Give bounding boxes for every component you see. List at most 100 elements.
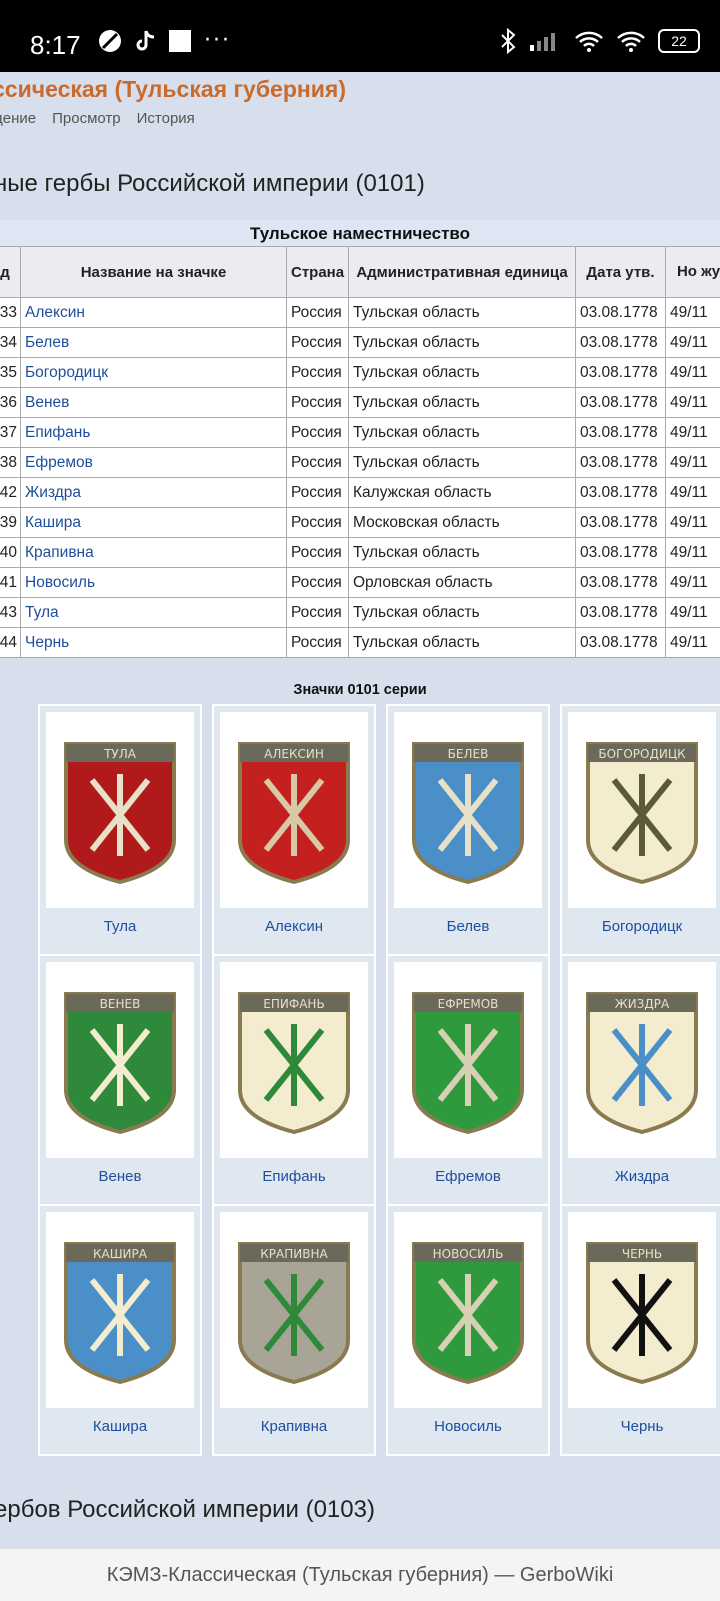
- system-icons: 22: [500, 28, 700, 54]
- badge-card[interactable]: ЕПИФАНЬ Епифань: [212, 954, 376, 1206]
- svg-text:БОГОРОДИЦК: БОГОРОДИЦК: [598, 747, 686, 761]
- coat-of-arms-badge-icon: ЕПИФАНЬ: [236, 990, 352, 1136]
- badge-image[interactable]: ЕПИФАНЬ: [220, 962, 368, 1158]
- do-not-disturb-icon: [98, 29, 122, 53]
- svg-text:ЕПИФАНЬ: ЕПИФАНЬ: [263, 997, 324, 1011]
- badge-card[interactable]: БЕЛЕВ Белев: [386, 704, 550, 956]
- coat-of-arms-badge-icon: ТУЛА: [62, 740, 178, 886]
- badge-card[interactable]: АЛЕКСИН Алексин: [212, 704, 376, 956]
- coat-of-arms-badge-icon: КРАПИВНА: [236, 1240, 352, 1386]
- cell-date: 03.08.1778: [576, 538, 666, 568]
- badge-caption-link[interactable]: Крапивна: [214, 1418, 374, 1435]
- page-title-bar-text: КЭМЗ-Классическая (Тульская губерния) — …: [107, 1564, 614, 1586]
- coat-of-arms-badge-icon: БЕЛЕВ: [410, 740, 526, 886]
- cell-name-link[interactable]: Ефремов: [21, 448, 287, 478]
- badge-image[interactable]: БОГОРОДИЦК: [568, 712, 716, 908]
- badge-card[interactable]: ВЕНЕВ Венев: [38, 954, 202, 1206]
- badge-card[interactable]: ЖИЗДРА Жиздра: [560, 954, 720, 1206]
- cell-code: 41: [0, 568, 21, 598]
- svg-text:ВЕНЕВ: ВЕНЕВ: [100, 997, 141, 1011]
- cell-date: 03.08.1778: [576, 358, 666, 388]
- wifi-icon: [616, 29, 646, 53]
- badge-image[interactable]: НОВОСИЛЬ: [394, 1212, 542, 1408]
- cell-name-link[interactable]: Алексин: [21, 298, 287, 328]
- cell-name-link[interactable]: Богородицк: [21, 358, 287, 388]
- cell-name-link[interactable]: Жиздра: [21, 478, 287, 508]
- badge-image[interactable]: ТУЛА: [46, 712, 194, 908]
- cell-region: Тульская область: [349, 358, 576, 388]
- cell-name-link[interactable]: Кашира: [21, 508, 287, 538]
- cell-date: 03.08.1778: [576, 598, 666, 628]
- badge-image[interactable]: ВЕНЕВ: [46, 962, 194, 1158]
- cell-journal: 49/11: [666, 328, 720, 358]
- badge-image[interactable]: ЧЕРНЬ: [568, 1212, 716, 1408]
- cell-name-link[interactable]: Епифань: [21, 418, 287, 448]
- badge-image[interactable]: ЕФРЕМОВ: [394, 962, 542, 1158]
- badge-image[interactable]: КРАПИВНА: [220, 1212, 368, 1408]
- coat-of-arms-badge-icon: БОГОРОДИЦК: [584, 740, 700, 886]
- badge-image[interactable]: АЛЕКСИН: [220, 712, 368, 908]
- cell-date: 03.08.1778: [576, 568, 666, 598]
- cell-name-link[interactable]: Крапивна: [21, 538, 287, 568]
- badge-caption-link[interactable]: Венев: [40, 1168, 200, 1185]
- tiktok-icon: [134, 29, 156, 53]
- cell-region: Тульская область: [349, 388, 576, 418]
- tab-view[interactable]: Просмотр: [52, 110, 121, 127]
- badge-card[interactable]: НОВОСИЛЬ Новосиль: [386, 1204, 550, 1456]
- cell-name-link[interactable]: Чернь: [21, 628, 287, 658]
- cell-journal: 49/11: [666, 388, 720, 418]
- svg-text:ТУЛА: ТУЛА: [103, 747, 137, 761]
- badge-card[interactable]: КРАПИВНА Крапивна: [212, 1204, 376, 1456]
- tab-discussion[interactable]: дение: [0, 110, 36, 127]
- battery-icon: 22: [658, 29, 700, 53]
- svg-text:КАШИРА: КАШИРА: [93, 1247, 148, 1261]
- notification-icons: ···: [98, 28, 231, 53]
- svg-text:ЧЕРНЬ: ЧЕРНЬ: [622, 1247, 662, 1261]
- badge-image[interactable]: БЕЛЕВ: [394, 712, 542, 908]
- coat-of-arms-badge-icon: ВЕНЕВ: [62, 990, 178, 1136]
- badge-caption-link[interactable]: Жиздра: [562, 1168, 720, 1185]
- table-row: 33АлексинРоссияТульская область03.08.177…: [0, 298, 720, 328]
- tab-history[interactable]: История: [137, 110, 195, 127]
- more-notifications-icon: ···: [204, 28, 231, 53]
- cell-journal: 49/11: [666, 298, 720, 328]
- cell-name-link[interactable]: Тула: [21, 598, 287, 628]
- cell-region: Московская область: [349, 508, 576, 538]
- cell-journal: 49/11: [666, 568, 720, 598]
- cell-name-link[interactable]: Новосиль: [21, 568, 287, 598]
- badge-caption-link[interactable]: Чернь: [562, 1418, 720, 1435]
- badge-card[interactable]: ТУЛА Тула: [38, 704, 202, 956]
- page-title: ссическая (Тульская губерния): [0, 76, 346, 103]
- badge-card[interactable]: БОГОРОДИЦК Богородицк: [560, 704, 720, 956]
- cell-region: Тульская область: [349, 328, 576, 358]
- badge-image[interactable]: ЖИЗДРА: [568, 962, 716, 1158]
- badge-card[interactable]: КАШИРА Кашира: [38, 1204, 202, 1456]
- cell-country: Россия: [287, 598, 349, 628]
- badge-card[interactable]: ЧЕРНЬ Чернь: [560, 1204, 720, 1456]
- badge-caption-link[interactable]: Тула: [40, 918, 200, 935]
- badge-caption-link[interactable]: Кашира: [40, 1418, 200, 1435]
- col-header-country: Страна: [287, 247, 349, 298]
- cell-code: 44: [0, 628, 21, 658]
- badge-card[interactable]: ЕФРЕМОВ Ефремов: [386, 954, 550, 1206]
- badge-caption-link[interactable]: Епифань: [214, 1168, 374, 1185]
- cell-name-link[interactable]: Белев: [21, 328, 287, 358]
- badge-caption-link[interactable]: Новосиль: [388, 1418, 548, 1435]
- table-row: 44ЧерньРоссияТульская область03.08.17784…: [0, 628, 720, 658]
- cell-region: Орловская область: [349, 568, 576, 598]
- cell-code: 42: [0, 478, 21, 508]
- cell-name-link[interactable]: Венев: [21, 388, 287, 418]
- svg-text:ЕФРЕМОВ: ЕФРЕМОВ: [438, 997, 499, 1011]
- badge-caption-link[interactable]: Богородицк: [562, 918, 720, 935]
- table-row: 34БелевРоссияТульская область03.08.17784…: [0, 328, 720, 358]
- badge-image[interactable]: КАШИРА: [46, 1212, 194, 1408]
- table-row: 38ЕфремовРоссияТульская область03.08.177…: [0, 448, 720, 478]
- status-time: 8:17: [30, 30, 81, 61]
- cell-journal: 49/11: [666, 478, 720, 508]
- next-section-heading: ербов Российской империи (0103): [0, 1496, 375, 1524]
- badge-caption-link[interactable]: Алексин: [214, 918, 374, 935]
- badge-caption-link[interactable]: Белев: [388, 918, 548, 935]
- badge-caption-link[interactable]: Ефремов: [388, 1168, 548, 1185]
- bluetooth-icon: [500, 28, 516, 54]
- cell-journal: 49/11: [666, 448, 720, 478]
